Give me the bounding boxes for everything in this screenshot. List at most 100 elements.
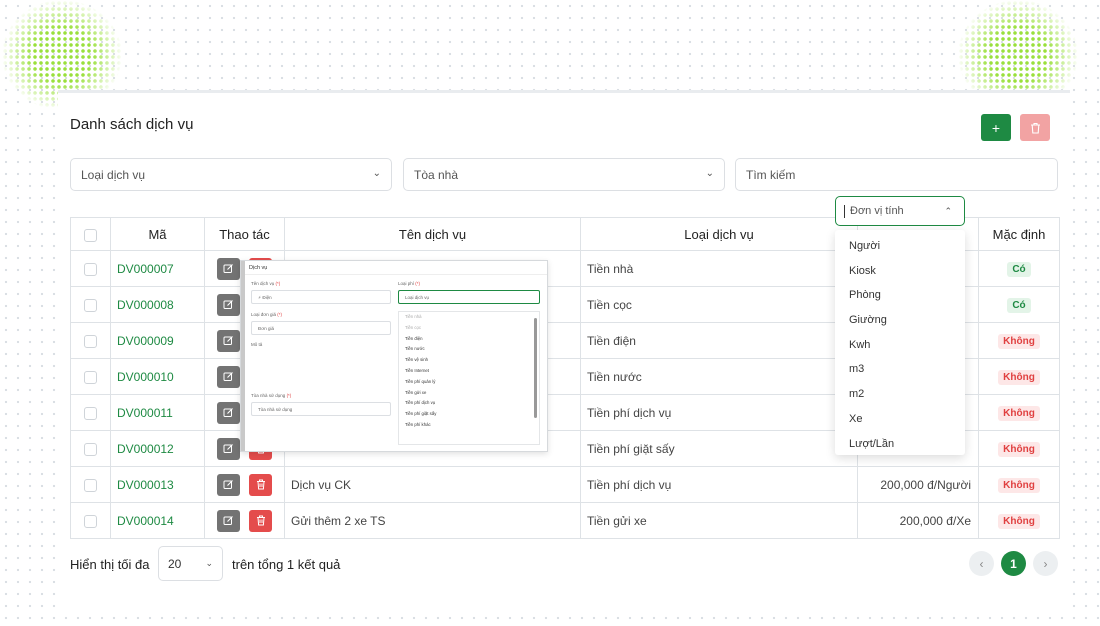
service-type-filter[interactable]: Loại dịch vụ ⌄ (70, 158, 392, 191)
edit-icon (223, 264, 233, 273)
chevron-up-icon: ⌃ (944, 206, 952, 216)
row-select-cell (70, 394, 111, 431)
edit-button[interactable] (217, 437, 240, 460)
unit-option[interactable]: Kwh (835, 333, 965, 358)
service-price: 200,000 đ/Người (857, 466, 979, 503)
service-code[interactable]: DV000013 (110, 466, 205, 503)
preview-fee-option: Tiền phí giặt sấy (405, 411, 437, 417)
preview-label-building: Tòa nhà sử dụng (*) (251, 393, 292, 398)
page-size-value: 20 (168, 556, 182, 571)
row-select-cell (70, 502, 111, 539)
preview-label-unit-price: Loại đơn giá (*) (251, 312, 282, 317)
page-button-current[interactable]: 1 (1001, 551, 1026, 576)
edit-button[interactable] (217, 509, 240, 532)
preview-fee-option: Tiền Internet (405, 367, 429, 373)
service-code[interactable]: DV000009 (110, 322, 205, 359)
row-checkbox[interactable] (84, 262, 97, 276)
unit-option[interactable]: Kiosk (835, 259, 965, 284)
delete-button[interactable] (1020, 114, 1050, 141)
edit-button[interactable] (217, 329, 240, 352)
row-checkbox[interactable] (84, 298, 97, 312)
building-filter[interactable]: Tòa nhà ⌄ (403, 158, 725, 191)
trash-icon (1030, 122, 1040, 134)
unit-option[interactable]: Phòng (835, 283, 965, 308)
row-select-cell (70, 358, 111, 395)
plus-icon: + (991, 119, 1001, 136)
column-header-code: Mã (110, 217, 205, 251)
service-type: Tiền phí giặt sấy (580, 430, 858, 467)
service-type: Tiền điện (580, 322, 858, 359)
row-checkbox[interactable] (84, 334, 97, 348)
page-size-select[interactable]: 20 ⌄ (158, 546, 223, 581)
chevron-left-icon: ‹ (979, 556, 984, 571)
preview-fee-option: Tiền vệ sinh (405, 357, 429, 363)
preview-label-fee-type: Loại phí (*) (398, 281, 421, 286)
service-code[interactable]: DV000014 (110, 502, 205, 539)
edit-button[interactable] (217, 257, 240, 280)
service-code[interactable]: DV000012 (110, 430, 205, 467)
service-price: 200,000 đ/Xe (857, 502, 979, 539)
unit-option[interactable]: Người (835, 234, 965, 259)
row-checkbox[interactable] (84, 442, 97, 456)
unit-option[interactable]: Xe (835, 407, 965, 432)
service-type: Tiền nước (580, 358, 858, 395)
preview-fee-option: Tiền phí quản lý (405, 378, 436, 384)
service-code[interactable]: DV000011 (110, 394, 205, 431)
preview-fee-option: Tiền phí khác (405, 421, 431, 427)
service-code[interactable]: DV000010 (110, 358, 205, 395)
unit-option[interactable]: Lượt/Lần (835, 432, 965, 457)
row-select-cell (70, 250, 111, 287)
row-checkbox[interactable] (84, 406, 97, 420)
edit-button[interactable] (217, 293, 240, 316)
default-cell: Không (978, 466, 1060, 503)
preview-unit-price-select: Đơn giá (251, 321, 391, 335)
preview-title: Dịch vụ (241, 261, 547, 275)
service-type-filter-text: Loại dịch vụ (81, 167, 146, 182)
service-type: Tiền cọc (580, 286, 858, 323)
preview-edge (241, 261, 245, 451)
edit-icon (223, 300, 233, 309)
select-all-cell (70, 217, 111, 251)
unit-option[interactable]: m2 (835, 382, 965, 407)
service-code[interactable]: DV000007 (110, 250, 205, 287)
row-actions (204, 466, 285, 503)
row-checkbox[interactable] (84, 370, 97, 384)
default-status-badge: Không (998, 333, 1040, 349)
preview-scrollbar (534, 318, 537, 418)
delete-row-button[interactable] (249, 509, 272, 532)
column-header-type: Loại dịch vụ (580, 217, 858, 251)
default-cell: Có (978, 286, 1060, 323)
service-code[interactable]: DV000008 (110, 286, 205, 323)
row-select-cell (70, 286, 111, 323)
row-select-cell (70, 322, 111, 359)
edit-icon (223, 444, 233, 453)
default-cell: Có (978, 250, 1060, 287)
edit-icon (223, 408, 233, 417)
row-checkbox[interactable] (84, 478, 97, 492)
trash-icon (256, 515, 265, 526)
edit-button[interactable] (217, 473, 240, 496)
prev-page-button[interactable]: ‹ (969, 551, 994, 576)
delete-row-button[interactable] (249, 473, 272, 496)
column-header-name: Tên dịch vụ (284, 217, 581, 251)
select-all-checkbox[interactable] (84, 228, 97, 242)
unit-select[interactable]: Đơn vị tính ⌃ (835, 196, 965, 226)
column-header-default: Mặc định (978, 217, 1060, 251)
next-page-button[interactable]: › (1033, 551, 1058, 576)
edit-button[interactable] (217, 401, 240, 424)
edit-icon (223, 372, 233, 381)
row-checkbox[interactable] (84, 514, 97, 528)
preview-fee-option: Tiền gửi xe (405, 389, 427, 395)
edit-button[interactable] (217, 365, 240, 388)
preview-fee-option: Tiền nước (405, 346, 425, 352)
unit-select-placeholder: Đơn vị tính (850, 205, 904, 217)
preview-fee-option: Tiền nhà (405, 314, 422, 319)
edit-icon (223, 336, 233, 345)
unit-option[interactable]: Giường (835, 308, 965, 333)
search-input[interactable]: Tìm kiếm (735, 158, 1058, 191)
text-cursor (844, 205, 845, 218)
edit-icon (223, 516, 233, 525)
unit-option[interactable]: m3 (835, 357, 965, 382)
add-button[interactable]: + (981, 114, 1011, 141)
trash-icon (256, 479, 265, 490)
